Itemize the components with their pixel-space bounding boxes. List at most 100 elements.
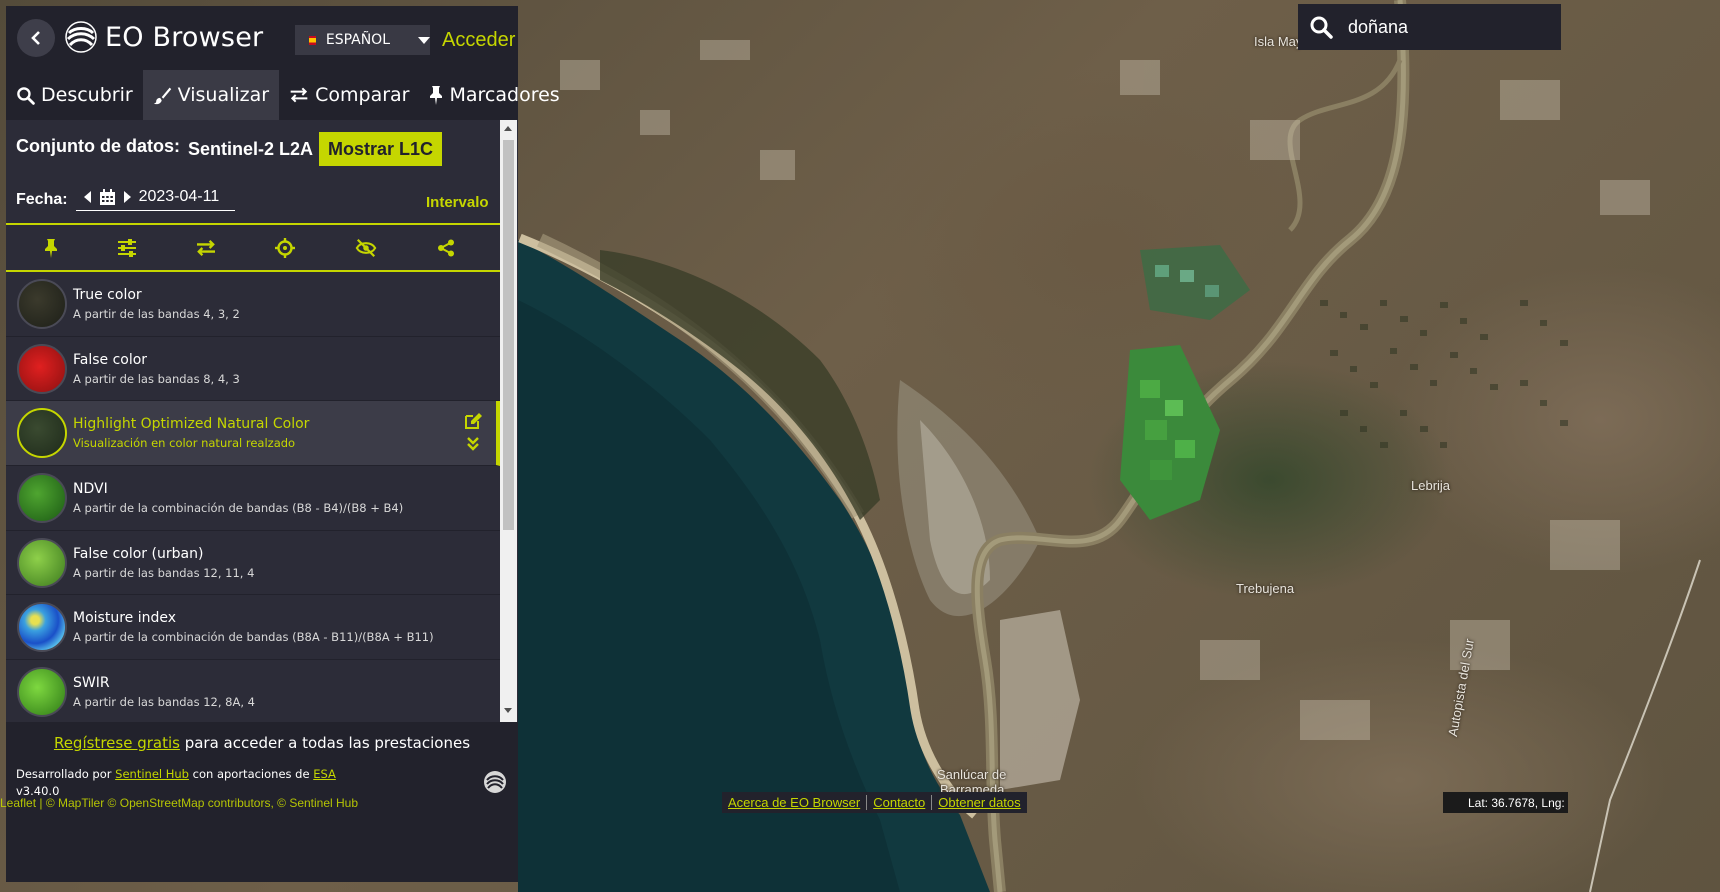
tab-discover[interactable]: Descubrir	[6, 70, 143, 120]
chevron-double-down-icon[interactable]	[467, 437, 479, 452]
map-label-trebujena: Trebujena	[1236, 581, 1295, 596]
sliders-icon[interactable]	[116, 237, 138, 259]
layer-item-active[interactable]: Highlight Optimized Natural Color Visual…	[6, 401, 500, 467]
tab-label: Marcadores	[449, 84, 560, 106]
separator	[931, 795, 933, 810]
compare-icon[interactable]	[195, 237, 217, 259]
scrollbar-thumb[interactable]	[503, 140, 514, 530]
contact-link[interactable]: Contacto	[873, 795, 925, 810]
layer-list: True color A partir de las bandas 4, 3, …	[6, 272, 500, 725]
layer-title: False color (urban)	[73, 545, 204, 562]
layer-item[interactable]: Moisture index A partir de la combinació…	[6, 595, 500, 661]
search-input[interactable]: doñana	[1348, 17, 1408, 38]
date-label: Fecha:	[16, 190, 68, 208]
layer-thumbnail	[17, 537, 67, 588]
interval-toggle[interactable]: Intervalo	[426, 194, 489, 211]
language-label: ESPAÑOL	[325, 32, 390, 48]
layer-title: Highlight Optimized Natural Color	[73, 416, 310, 433]
signup-link[interactable]: Regístrese gratis	[54, 734, 180, 752]
layer-title: NDVI	[73, 481, 108, 498]
search-icon[interactable]	[1298, 4, 1344, 50]
pin-icon	[430, 86, 443, 105]
coordinates-readout: Lat: 36.7678, Lng: -	[1443, 792, 1568, 813]
language-select[interactable]: ESPAÑOL	[295, 25, 430, 55]
scroll-down-icon[interactable]	[504, 708, 512, 713]
app-title: EO Browser	[105, 21, 264, 53]
dataset-label: Conjunto de datos:	[16, 136, 180, 156]
swap-icon	[290, 87, 308, 103]
layer-item[interactable]: NDVI A partir de la combinación de banda…	[6, 466, 500, 531]
sentinel-hub-logo-icon[interactable]	[483, 770, 507, 794]
date-row: Fecha: 2023-04-11	[16, 188, 235, 211]
layer-item[interactable]: False color A partir de las bandas 8, 4,…	[6, 336, 500, 402]
layer-description: A partir de las bandas 4, 3, 2	[73, 307, 240, 321]
spain-flag-icon	[309, 35, 316, 45]
tab-label: Comparar	[315, 84, 410, 106]
signup-rest: para acceder a todas las prestaciones	[179, 734, 471, 752]
pin-icon[interactable]	[40, 237, 62, 259]
crosshair-icon[interactable]	[274, 237, 296, 259]
layer-item[interactable]: False color (urban) A partir de las band…	[6, 530, 500, 596]
layer-description: A partir de las bandas 12, 11, 4	[73, 565, 255, 580]
map-label-lebrija: Lebrija	[1411, 478, 1451, 493]
credits-mid: con aportaciones de	[188, 767, 314, 781]
tab-compare[interactable]: Comparar	[279, 70, 419, 120]
layer-thumbnail	[17, 473, 67, 524]
map-attribution[interactable]: Leaflet | © MapTiler © OpenStreetMap con…	[0, 796, 358, 810]
layer-title: SWIR	[73, 675, 110, 692]
date-value[interactable]: 2023-04-11	[139, 188, 220, 206]
show-l1c-button[interactable]: Mostrar L1C	[319, 132, 442, 166]
panel-header: EO Browser ESPAÑOL Acceder	[6, 6, 518, 70]
credits-prefix: Desarrollado por	[16, 767, 116, 781]
layer-title: True color	[73, 287, 142, 303]
separator	[866, 795, 868, 810]
login-link[interactable]: Acceder	[442, 29, 515, 52]
date-picker[interactable]: 2023-04-11	[75, 188, 235, 211]
sentinel-hub-link[interactable]: Sentinel Hub	[115, 767, 189, 781]
share-icon[interactable]	[435, 237, 457, 259]
calendar-icon[interactable]	[99, 188, 116, 206]
layer-title: False color	[73, 351, 148, 368]
layer-thumbnail	[17, 343, 67, 394]
signup-text: Regístrese gratis para acceder a todas l…	[6, 734, 518, 752]
collapse-panel-button[interactable]	[17, 19, 55, 57]
bottom-links: Acerca de EO Browser Contacto Obtener da…	[722, 792, 1027, 813]
credits-text: Desarrollado por Sentinel Hub con aporta…	[16, 767, 336, 781]
layer-thumbnail	[17, 408, 67, 459]
about-link[interactable]: Acerca de EO Browser	[728, 795, 860, 810]
chevron-down-icon	[418, 36, 430, 44]
tab-label: Visualizar	[177, 84, 270, 106]
layer-thumbnail	[17, 279, 67, 329]
esa-link[interactable]: ESA	[313, 767, 336, 781]
search-icon	[17, 86, 35, 105]
layer-description: Visualización en color natural realzado	[73, 436, 296, 451]
visualize-content: Conjunto de datos: Sentinel-2 L2A Mostra…	[6, 120, 518, 725]
layer-item[interactable]: True color A partir de las bandas 4, 3, …	[6, 272, 500, 337]
layer-description: A partir de las bandas 12, 8A, 4	[73, 695, 255, 710]
dataset-row: Conjunto de datos: Sentinel-2 L2A	[16, 133, 313, 160]
tab-bookmarks[interactable]: Marcadores	[419, 70, 569, 120]
brush-icon	[153, 87, 171, 104]
get-data-link[interactable]: Obtener datos	[938, 795, 1020, 810]
layer-item[interactable]: SWIR A partir de las bandas 12, 8A, 4	[6, 660, 500, 725]
layer-thumbnail	[17, 667, 67, 718]
layer-description: A partir de las bandas 8, 4, 3	[73, 371, 240, 386]
previous-date-icon[interactable]	[83, 191, 91, 203]
next-date-icon[interactable]	[123, 191, 131, 203]
map-label-isla: Isla May	[1254, 34, 1303, 49]
layer-title: Moisture index	[73, 610, 177, 627]
app-logo: EO Browser	[65, 21, 263, 53]
location-search[interactable]: doñana	[1298, 4, 1561, 50]
layer-description: A partir de la combinación de bandas (B8…	[73, 630, 434, 645]
chevron-left-icon	[31, 31, 40, 45]
layer-description: A partir de la combinación de bandas (B8…	[73, 501, 404, 516]
layer-toolbar	[6, 223, 500, 272]
tab-visualize[interactable]: Visualizar	[142, 70, 280, 120]
eye-slash-icon[interactable]	[355, 237, 377, 259]
main-tabs: Descubrir Visualizar Comparar Marcadores	[6, 70, 560, 120]
edit-icon[interactable]	[464, 412, 483, 430]
tab-label: Descubrir	[41, 84, 133, 106]
scroll-up-icon[interactable]	[504, 126, 512, 131]
map-label-sanlucar: Sanlúcar de	[937, 767, 1007, 782]
dataset-value: Sentinel-2 L2A	[187, 139, 314, 159]
